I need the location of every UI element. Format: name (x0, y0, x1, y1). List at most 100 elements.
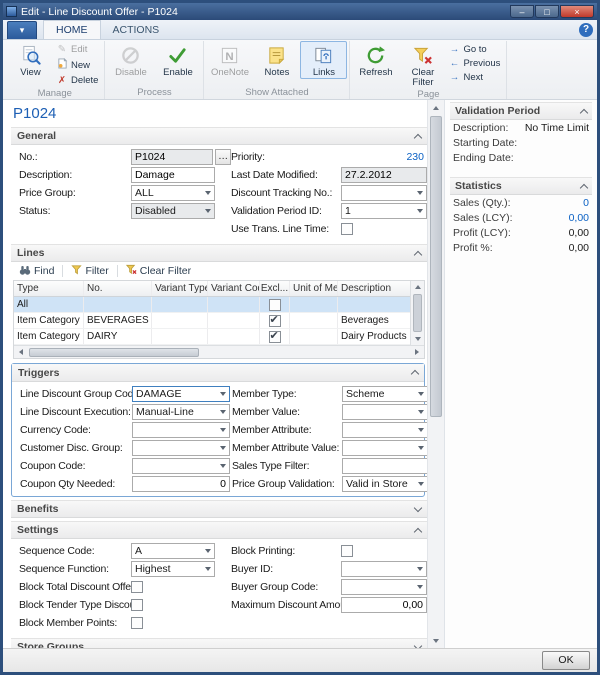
general-section-header[interactable]: General (11, 127, 427, 145)
column-header-type[interactable]: Type (14, 281, 84, 296)
fact-sales-qty-value[interactable]: 0 (583, 197, 589, 209)
discount-tracking-select[interactable] (341, 185, 427, 201)
priority-input[interactable] (344, 149, 424, 165)
store-groups-section-header[interactable]: Store Groups (11, 638, 427, 648)
block-member-points-checkbox[interactable] (131, 617, 143, 629)
sales-type-filter-input[interactable] (346, 459, 424, 473)
onenote-button[interactable]: N OneNote (206, 41, 253, 79)
minimize-button[interactable]: – (510, 5, 534, 18)
column-header-variant-code[interactable]: Variant Code (208, 281, 260, 296)
validation-period-id-select[interactable]: 1 (341, 203, 427, 219)
scroll-right-arrow[interactable] (410, 346, 424, 358)
coupon-code-select[interactable] (132, 458, 230, 474)
chevron-down-icon (203, 191, 211, 195)
price-group-select[interactable]: ALL (131, 185, 215, 201)
status-select[interactable]: Disabled (131, 203, 215, 219)
scroll-down-arrow[interactable] (428, 633, 444, 648)
coupon-qty-needed-input[interactable] (136, 477, 226, 491)
filter-button[interactable]: Filter (67, 264, 112, 278)
block-printing-checkbox[interactable] (341, 545, 353, 557)
line-discount-group-select[interactable]: DAMAGE (132, 386, 230, 402)
edit-button[interactable]: ✎ Edit (54, 43, 102, 57)
ok-button[interactable]: OK (542, 651, 590, 670)
fact-sales-lcy-value[interactable]: 0,00 (569, 212, 589, 224)
column-header-uom[interactable]: Unit of Mea... (290, 281, 338, 296)
sequence-function-select[interactable]: Highest (131, 561, 215, 577)
disable-button[interactable]: Disable (107, 41, 154, 79)
settings-section-label: Settings (17, 524, 58, 536)
no-input[interactable] (135, 150, 209, 164)
grid-horizontal-scrollbar[interactable] (14, 345, 424, 358)
sequence-code-select[interactable]: A (131, 543, 215, 559)
scrollbar-thumb[interactable] (430, 116, 442, 417)
fact-profit-pct-value: 0,00 (569, 242, 589, 254)
view-button[interactable]: View (7, 41, 54, 79)
new-button[interactable]: New (54, 57, 102, 74)
maximize-button[interactable]: □ (535, 5, 559, 18)
block-tender-type-checkbox[interactable] (131, 599, 143, 611)
tab-home[interactable]: HOME (43, 20, 101, 39)
member-attribute-select[interactable] (342, 422, 427, 438)
find-button[interactable]: Find (15, 264, 58, 279)
table-row[interactable]: All (14, 297, 424, 313)
price-group-validation-select[interactable]: Valid in Store (342, 476, 427, 492)
currency-code-select[interactable] (132, 422, 230, 438)
links-button[interactable]: Links (300, 41, 347, 79)
app-menu-button[interactable]: ▾ (7, 21, 37, 39)
line-discount-execution-select[interactable]: Manual-Line (132, 404, 230, 420)
table-row[interactable]: Item Category BEVERAGES Beverages (14, 313, 424, 329)
member-attribute-value-select[interactable] (342, 440, 427, 456)
assist-edit-button[interactable]: … (215, 149, 231, 165)
benefits-section-header[interactable]: Benefits (11, 500, 427, 518)
clear-filter-button[interactable]: Clear Filter (399, 41, 446, 89)
excl-checkbox[interactable] (269, 299, 281, 311)
last-date-modified-input[interactable] (345, 168, 423, 182)
next-button[interactable]: → Next (446, 71, 504, 85)
main-vertical-scrollbar[interactable] (427, 100, 444, 648)
member-value-select[interactable] (342, 404, 427, 420)
buyer-group-code-select[interactable] (341, 579, 427, 595)
help-icon[interactable]: ? (579, 23, 593, 37)
table-row[interactable]: Item Category DAIRY Dairy Products (14, 329, 424, 345)
refresh-button[interactable]: Refresh (352, 41, 399, 79)
description-input[interactable] (135, 168, 211, 182)
scrollbar-thumb[interactable] (29, 348, 199, 357)
block-total-discount-checkbox[interactable] (131, 581, 143, 593)
scroll-down-arrow[interactable] (411, 333, 424, 345)
clear-filter-grid-button[interactable]: Clear Filter (122, 264, 195, 278)
lines-section-header[interactable]: Lines (11, 244, 427, 262)
customer-disc-group-select[interactable] (132, 440, 230, 456)
tab-actions[interactable]: ACTIONS (101, 21, 172, 39)
goto-button[interactable]: → Go to (446, 43, 504, 57)
field-coupon-code: Coupon Code: (20, 457, 232, 475)
view-icon (20, 44, 41, 67)
validation-period-header[interactable]: Validation Period (450, 102, 592, 120)
statistics-header[interactable]: Statistics (450, 177, 592, 195)
member-type-select[interactable]: Scheme (342, 386, 427, 402)
notes-button[interactable]: Notes (253, 41, 300, 79)
toolbar-separator (62, 265, 63, 277)
chevron-up-icon (411, 370, 419, 378)
settings-section-header[interactable]: Settings (11, 521, 427, 539)
excl-checkbox[interactable] (269, 331, 281, 343)
delete-button[interactable]: ✗ Delete (54, 74, 102, 88)
field-buyer-id: Buyer ID: (231, 560, 427, 578)
buyer-id-select[interactable] (341, 561, 427, 577)
column-header-excl[interactable]: Excl... (260, 281, 290, 296)
previous-button[interactable]: ← Previous (446, 57, 504, 71)
enable-button[interactable]: Enable (154, 41, 201, 79)
triggers-section-header[interactable]: Triggers (12, 364, 424, 382)
excl-checkbox[interactable] (269, 315, 281, 327)
scrollbar-thumb[interactable] (413, 294, 422, 332)
grid-vertical-scrollbar[interactable] (410, 281, 424, 345)
close-button[interactable]: × (560, 5, 594, 18)
cell-excl (260, 313, 290, 328)
scroll-left-arrow[interactable] (14, 346, 28, 358)
triggers-section-label: Triggers (18, 367, 59, 379)
scroll-up-arrow[interactable] (411, 281, 424, 293)
scroll-up-arrow[interactable] (428, 100, 444, 115)
use-trans-line-time-checkbox[interactable] (341, 223, 353, 235)
column-header-variant-type[interactable]: Variant Type (152, 281, 208, 296)
column-header-no[interactable]: No. (84, 281, 152, 296)
maximum-discount-amount-input[interactable] (345, 598, 423, 612)
